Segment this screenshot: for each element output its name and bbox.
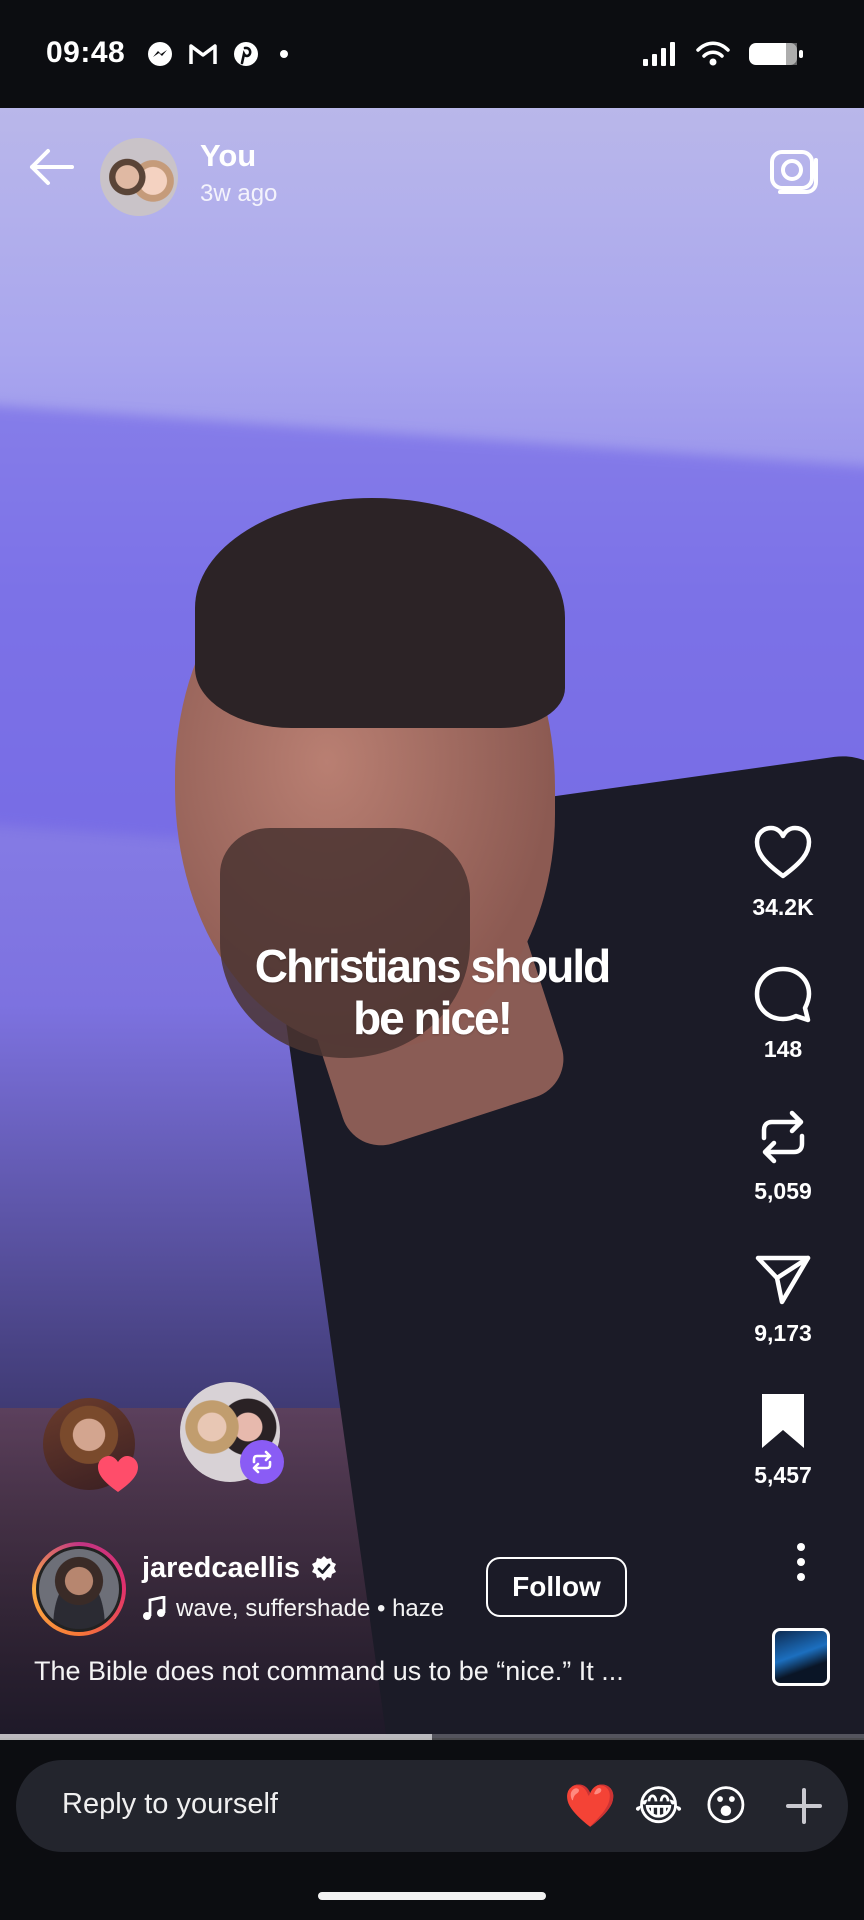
pinterest-icon [234, 42, 258, 66]
status-time: 09:48 [46, 36, 126, 69]
messenger-icon [148, 42, 172, 66]
reply-pill: ❤️ 😂 😮 [16, 1760, 848, 1852]
wifi-icon [696, 41, 730, 66]
audio-track-label: wave, suffershade • haze [176, 1595, 445, 1622]
post-description[interactable]: The Bible does not command us to be “nic… [34, 1656, 624, 1687]
posted-time: 3w ago [200, 180, 278, 207]
wow-reaction-button[interactable]: 😮 [704, 1782, 748, 1830]
like-count: 34.2K [752, 894, 814, 920]
share-action[interactable]: 9,173 [728, 1248, 838, 1347]
home-indicator[interactable] [318, 1892, 546, 1900]
share-icon[interactable] [752, 1248, 814, 1310]
creator-avatar[interactable] [32, 1542, 126, 1636]
creator-username-row[interactable]: jaredcaellis [142, 1552, 338, 1585]
music-note-icon [143, 1596, 166, 1620]
dot-icon [280, 50, 288, 58]
status-bar: 09:48 [0, 0, 864, 108]
comment-icon[interactable] [752, 964, 814, 1026]
plus-icon[interactable] [780, 1782, 828, 1830]
verified-badge-icon [312, 1555, 336, 1581]
notification-icons [146, 40, 294, 68]
reply-input[interactable] [62, 1788, 482, 1821]
audio-track[interactable]: wave, suffershade • haze [142, 1595, 444, 1623]
save-count: 5,457 [754, 1462, 812, 1488]
follow-button[interactable]: Follow [486, 1557, 627, 1617]
camera-icon[interactable] [766, 142, 822, 198]
bookmark-icon[interactable] [752, 1390, 814, 1452]
heart-icon[interactable] [752, 822, 814, 884]
more-options-icon[interactable] [785, 1538, 817, 1586]
save-action[interactable]: 5,457 [728, 1390, 838, 1489]
reply-bar: ❤️ 😂 😮 [0, 1740, 864, 1920]
repost-count: 5,059 [754, 1178, 812, 1204]
system-icons [642, 40, 804, 68]
audio-thumbnail[interactable] [772, 1628, 830, 1686]
repost-badge-icon [240, 1440, 284, 1484]
share-count: 9,173 [754, 1320, 812, 1346]
repost-icon[interactable] [752, 1106, 814, 1168]
like-action[interactable]: 34.2K [728, 822, 838, 921]
repost-action[interactable]: 5,059 [728, 1106, 838, 1205]
comment-count: 148 [763, 1036, 803, 1062]
comment-action[interactable]: 148 [728, 964, 838, 1063]
battery-icon [749, 43, 803, 65]
heart-reaction-button[interactable]: ❤️ [564, 1782, 616, 1830]
owner-avatar[interactable] [100, 138, 178, 216]
creator-username[interactable]: jaredcaellis [142, 1552, 300, 1585]
gmail-icon [189, 44, 217, 64]
owner-name[interactable]: You [200, 138, 256, 174]
heart-badge-icon [96, 1452, 140, 1496]
signal-icon [643, 42, 675, 66]
back-arrow-icon[interactable] [24, 140, 78, 194]
laugh-reaction-button[interactable]: 😂 [634, 1782, 683, 1830]
